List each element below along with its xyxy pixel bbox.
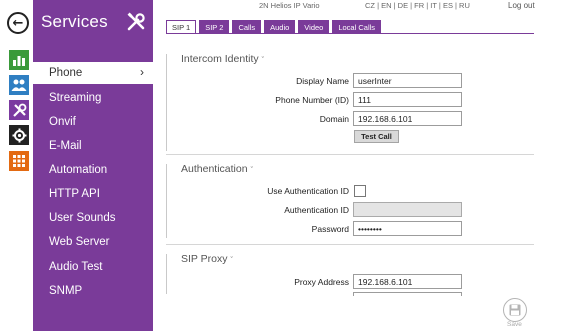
tools-icon [126, 12, 146, 32]
tab-calls[interactable]: Calls [232, 20, 262, 34]
phone-number-label: Phone Number (ID) [275, 95, 349, 105]
test-call-button[interactable]: Test Call [354, 130, 399, 143]
tab-sip2[interactable]: SIP 2 [199, 20, 230, 34]
services-icon[interactable] [9, 100, 29, 120]
sidebar-item-user-sounds[interactable]: User Sounds [33, 207, 153, 229]
sidebar-item-label: Automation [49, 164, 108, 176]
tab-bar: SIP 1 SIP 2 Calls Audio Video Local Call… [166, 20, 382, 34]
sidebar-item-audio-test[interactable]: Audio Test [33, 256, 153, 278]
main-navigation: ← [0, 0, 32, 331]
sidebar-item-label: User Sounds [49, 212, 116, 224]
sidebar-item-label: Web Server [49, 236, 110, 248]
floppy-disk-icon [509, 304, 521, 316]
sidebar-item-onvif[interactable]: Onvif [33, 111, 153, 133]
sidebar-item-automation[interactable]: Automation [33, 159, 153, 181]
sidebar-item-label: Streaming [49, 92, 102, 104]
sidebar-item-email[interactable]: E-Mail [33, 135, 153, 157]
sidebar-item-snmp[interactable]: SNMP [33, 280, 153, 302]
sidebar-item-label: E-Mail [49, 140, 82, 152]
section-title-text: SIP Proxy [181, 253, 228, 265]
language-selector[interactable]: CZ | EN | DE | FR | IT | ES | RU [365, 1, 470, 10]
sidebar-item-http-api[interactable]: HTTP API [33, 183, 153, 205]
back-arrow-icon[interactable]: ← [7, 12, 29, 34]
auth-id-input[interactable] [353, 202, 462, 217]
sidebar-item-streaming[interactable]: Streaming [33, 87, 153, 109]
sidebar-item-web-server[interactable]: Web Server [33, 231, 153, 253]
chevron-right-icon: › [140, 65, 144, 79]
sidebar-title: Services [41, 12, 108, 31]
display-name-input[interactable] [353, 73, 462, 88]
section-divider [166, 244, 534, 245]
auth-id-label: Authentication ID [284, 205, 349, 215]
sidebar-item-phone[interactable]: Phone › [33, 62, 153, 84]
sidebar-item-label: Onvif [49, 116, 76, 128]
sip-proxy-section: SIP Proxy ˇ [166, 250, 534, 296]
proxy-address-input[interactable] [353, 274, 462, 289]
domain-input[interactable] [353, 111, 462, 126]
chevron-down-icon: ˇ [230, 257, 233, 264]
tab-video[interactable]: Video [298, 20, 330, 34]
phone-number-input[interactable] [353, 92, 462, 107]
sidebar-item-label: SNMP [49, 285, 83, 297]
next-field-partial [353, 292, 462, 296]
section-title-text: Authentication [181, 163, 248, 175]
password-input[interactable] [353, 221, 462, 236]
chevron-down-icon: ˇ [261, 57, 264, 64]
password-label: Password [311, 224, 349, 234]
system-icon[interactable] [9, 151, 29, 171]
section-border [166, 254, 167, 294]
use-auth-id-label: Use Authentication ID [267, 186, 349, 196]
logout-link[interactable]: Log out [508, 1, 535, 10]
section-title-text: Intercom Identity [181, 53, 259, 65]
tab-sip1[interactable]: SIP 1 [166, 20, 197, 34]
tab-local-calls[interactable]: Local Calls [332, 20, 382, 34]
display-name-label: Display Name [296, 76, 349, 86]
tab-audio[interactable]: Audio [264, 20, 296, 34]
section-border [166, 54, 167, 151]
services-sidebar: Services Phone › Streaming Onvif E-Mail … [33, 0, 153, 331]
section-title[interactable]: SIP Proxy ˇ [181, 253, 233, 265]
status-icon[interactable] [9, 50, 29, 70]
section-title[interactable]: Intercom Identity ˇ [181, 53, 264, 65]
users-icon[interactable] [9, 75, 29, 95]
section-border [166, 164, 167, 238]
domain-label: Domain [319, 114, 349, 124]
proxy-address-label: Proxy Address [294, 277, 349, 287]
hardware-icon[interactable] [9, 125, 29, 145]
sidebar-item-label: HTTP API [49, 188, 100, 200]
chevron-down-icon: ˇ [250, 167, 253, 174]
save-label: Save [507, 321, 522, 328]
save-button[interactable] [503, 298, 527, 322]
tab-divider [166, 33, 534, 34]
section-title[interactable]: Authentication ˇ [181, 163, 253, 175]
use-auth-id-checkbox[interactable] [354, 185, 366, 197]
sidebar-item-label: Phone [49, 67, 83, 79]
sidebar-item-label: Audio Test [49, 261, 103, 273]
device-name: 2N Helios IP Vario [259, 1, 320, 10]
section-divider [166, 154, 534, 155]
